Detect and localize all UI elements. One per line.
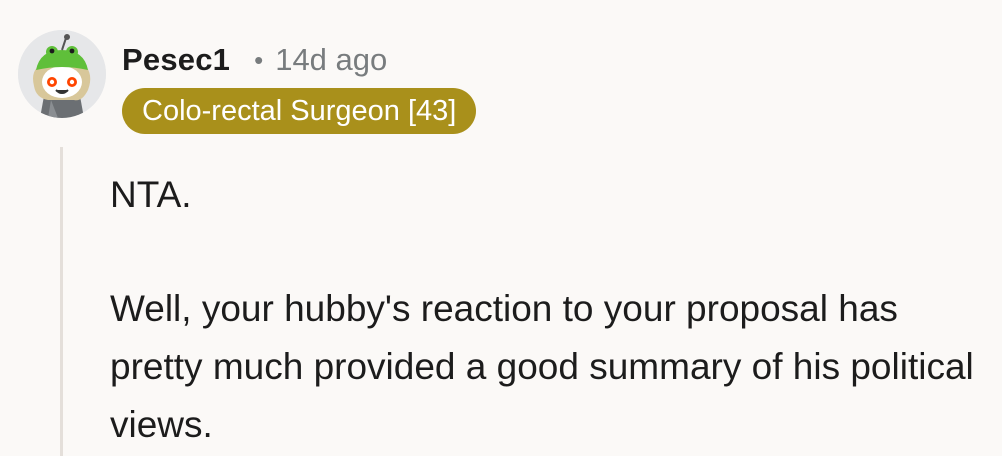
author-username[interactable]: Pesec1: [122, 42, 230, 78]
comment-body: NTA. Well, your hubby's reaction to your…: [110, 166, 990, 454]
comment: Pesec1 • 14d ago Colo-rectal Surgeon [43…: [0, 0, 1002, 456]
user-flair: Colo-rectal Surgeon [43]: [122, 88, 477, 134]
comment-paragraph: Well, your hubby's reaction to your prop…: [110, 288, 974, 445]
avatar[interactable]: [18, 30, 106, 118]
thread-line[interactable]: [60, 147, 63, 456]
comment-meta: Pesec1 • 14d ago: [122, 40, 387, 80]
meta-separator: •: [254, 44, 264, 75]
avatar-snoo-icon: [18, 30, 106, 118]
comment-timestamp[interactable]: 14d ago: [275, 42, 387, 78]
comment-paragraph: NTA.: [110, 174, 192, 215]
